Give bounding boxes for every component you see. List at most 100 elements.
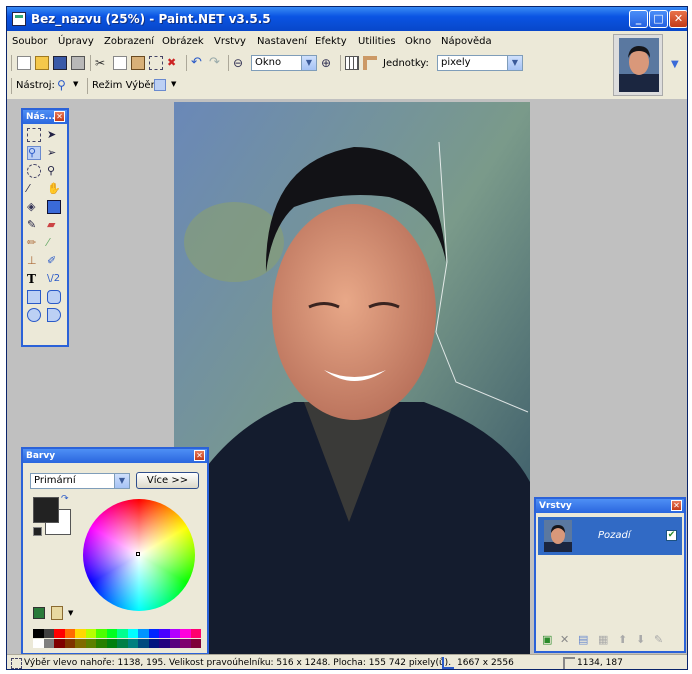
palette-swatch[interactable]	[54, 629, 65, 638]
palette-chevron-icon[interactable]: ▼	[68, 609, 73, 617]
minimize-button[interactable]: _	[629, 10, 648, 28]
move-selection-icon[interactable]: ➢	[47, 146, 61, 160]
palette-swatch[interactable]	[43, 629, 54, 638]
chevron-down-icon[interactable]: ▼	[507, 56, 522, 70]
open-file-icon[interactable]	[35, 56, 49, 70]
palette-swatch[interactable]	[33, 639, 44, 648]
menu-obrazek[interactable]: Obrázek	[162, 36, 204, 47]
add-color-icon[interactable]	[33, 607, 45, 619]
crop-icon[interactable]	[149, 56, 163, 70]
palette-swatch[interactable]	[169, 629, 180, 638]
palette-swatch[interactable]	[190, 629, 201, 638]
grid-icon[interactable]	[345, 56, 359, 70]
new-file-icon[interactable]	[17, 56, 31, 70]
chevron-down-icon[interactable]: ▼	[114, 474, 129, 488]
magic-wand-icon[interactable]: ⁄	[27, 182, 41, 196]
move-layer-down-icon[interactable]: ⬇	[636, 633, 645, 646]
duplicate-layer-icon[interactable]: ▤	[578, 633, 588, 646]
palette-swatch[interactable]	[75, 639, 86, 648]
image-canvas[interactable]	[174, 102, 530, 655]
palette-swatch[interactable]	[33, 629, 44, 638]
recolor-icon[interactable]: ✐	[47, 254, 61, 268]
ellipse-select-icon[interactable]	[27, 164, 41, 178]
palette-swatch[interactable]	[75, 629, 86, 638]
palette-swatch[interactable]	[96, 629, 107, 638]
palette-swatch[interactable]	[106, 639, 117, 648]
zoom-tool-icon[interactable]: ⚲	[57, 78, 71, 92]
selection-mode-chevron-icon[interactable]: ▼	[171, 80, 176, 88]
copy-icon[interactable]	[113, 56, 127, 70]
gradient-icon[interactable]	[47, 200, 61, 214]
merge-layer-icon[interactable]: ▦	[598, 633, 608, 646]
palette-swatch[interactable]	[169, 639, 180, 648]
menu-utilities[interactable]: Utilities	[358, 36, 396, 47]
palette-menu-icon[interactable]	[51, 606, 63, 620]
menu-upravy[interactable]: Úpravy	[58, 36, 94, 47]
thumbnail-dropdown-icon[interactable]: ▼	[671, 59, 679, 70]
colors-panel-title[interactable]: Barvy	[23, 449, 207, 463]
menu-nastaveni[interactable]: Nastavení	[257, 36, 307, 47]
menu-efekty[interactable]: Efekty	[315, 36, 347, 47]
rectangle-icon[interactable]	[27, 290, 41, 304]
units-select[interactable]: pixely ▼	[437, 55, 523, 71]
image-thumbnail[interactable]	[613, 34, 663, 96]
palette-swatch[interactable]	[106, 629, 117, 638]
ellipse-icon[interactable]	[27, 308, 41, 322]
delete-layer-icon[interactable]: ✕	[560, 633, 569, 646]
tools-panel-close-icon[interactable]: ✕	[54, 111, 65, 122]
swap-colors-icon[interactable]: ↷	[61, 494, 69, 504]
layer-visibility-checkbox[interactable]: ✔	[666, 530, 677, 541]
palette-swatch[interactable]	[159, 629, 170, 638]
freeform-shape-icon[interactable]	[47, 308, 61, 322]
rulers-icon[interactable]	[363, 56, 377, 70]
color-picker-icon[interactable]: ⁄	[47, 236, 61, 250]
palette-swatch[interactable]	[180, 639, 191, 648]
pan-icon[interactable]: ✋	[47, 182, 61, 196]
chevron-down-icon[interactable]: ▼	[301, 56, 316, 70]
clone-stamp-icon[interactable]: ⊥	[27, 254, 41, 268]
text-tool-icon[interactable]: T	[27, 272, 41, 286]
palette-swatch[interactable]	[148, 639, 159, 648]
add-layer-icon[interactable]: ▣	[542, 633, 552, 646]
save-icon[interactable]	[53, 56, 67, 70]
zoom-icon[interactable]: ⚲	[47, 164, 61, 178]
menu-vrstvy[interactable]: Vrstvy	[214, 36, 246, 47]
palette-swatch[interactable]	[190, 639, 201, 648]
zoom-select[interactable]: Okno ▼	[251, 55, 317, 71]
color-mode-select[interactable]: Primární ▼	[30, 473, 130, 489]
tool-chevron-icon[interactable]: ▼	[73, 80, 78, 88]
palette-swatch[interactable]	[85, 629, 96, 638]
lasso-select-icon[interactable]: ⚲	[27, 146, 41, 160]
palette-swatch[interactable]	[43, 639, 54, 648]
layer-row[interactable]: Pozadí ✔	[538, 517, 682, 555]
move-layer-up-icon[interactable]: ⬆	[618, 633, 627, 646]
palette-swatch[interactable]	[64, 639, 75, 648]
undo-icon[interactable]: ↶	[191, 56, 205, 70]
palette-swatch[interactable]	[138, 629, 149, 638]
colors-panel-close-icon[interactable]: ✕	[194, 450, 205, 461]
move-selected-icon[interactable]: ➤	[47, 128, 61, 142]
zoom-out-icon[interactable]: ⊖	[233, 56, 247, 70]
reset-colors-icon[interactable]	[33, 527, 42, 536]
rectangle-select-icon[interactable]	[27, 128, 41, 142]
zoom-in-icon[interactable]: ⊕	[321, 56, 335, 70]
palette-swatch[interactable]	[117, 639, 128, 648]
palette-swatch[interactable]	[148, 629, 159, 638]
redo-icon[interactable]: ↷	[209, 56, 223, 70]
palette-swatch[interactable]	[138, 639, 149, 648]
palette-swatch[interactable]	[159, 639, 170, 648]
paste-icon[interactable]	[131, 56, 145, 70]
color-wheel-cursor[interactable]	[136, 552, 140, 556]
layers-panel-close-icon[interactable]: ✕	[671, 500, 682, 511]
maximize-button[interactable]: □	[649, 10, 668, 28]
palette-swatch[interactable]	[180, 629, 191, 638]
menu-napoveda[interactable]: Nápověda	[441, 36, 492, 47]
deselect-icon[interactable]: ✖	[167, 56, 181, 70]
menu-zobrazeni[interactable]: Zobrazení	[104, 36, 154, 47]
palette-swatch[interactable]	[64, 629, 75, 638]
rounded-rectangle-icon[interactable]	[47, 290, 61, 304]
palette-swatch[interactable]	[127, 639, 138, 648]
palette-swatch[interactable]	[117, 629, 128, 638]
primary-color-swatch[interactable]	[33, 497, 59, 523]
line-curve-icon[interactable]: \/2	[47, 272, 61, 286]
